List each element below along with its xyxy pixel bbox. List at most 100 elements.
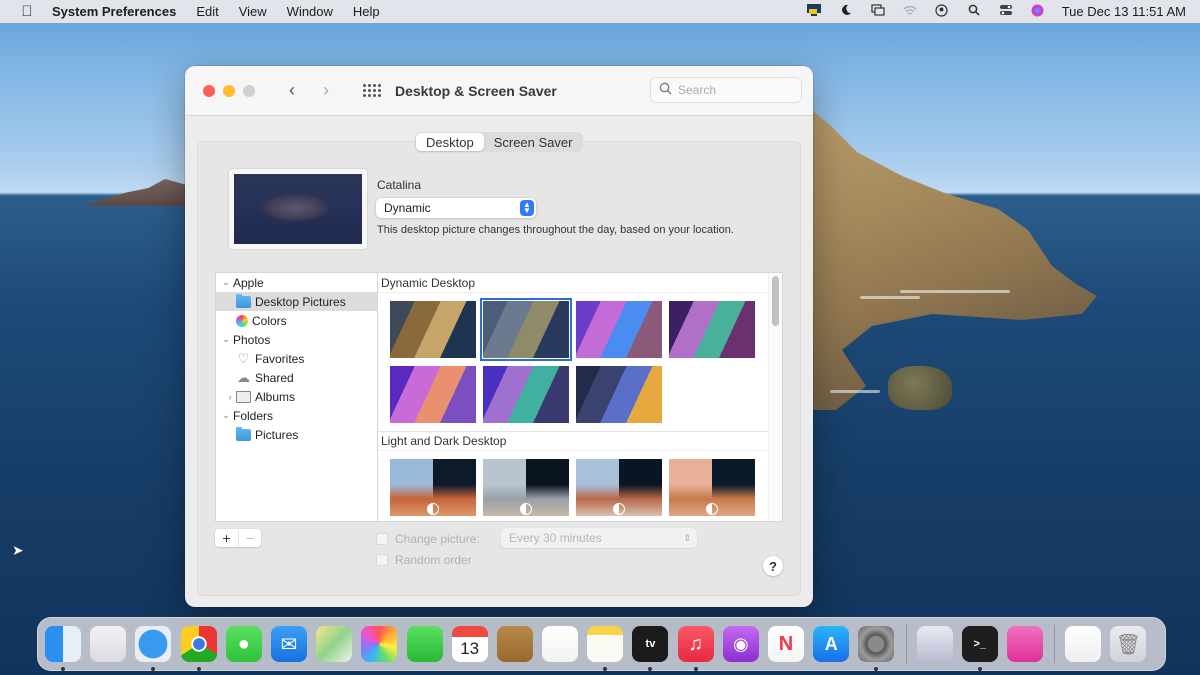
sidebar-item-pictures[interactable]: Pictures bbox=[216, 425, 377, 444]
close-button[interactable] bbox=[203, 84, 215, 97]
gallery-scrollbar[interactable] bbox=[768, 273, 782, 521]
tab-screen-saver[interactable]: Screen Saver bbox=[484, 133, 583, 151]
apple-menu-icon[interactable]:  bbox=[18, 3, 36, 20]
sidebar-item-colors[interactable]: Colors bbox=[216, 311, 377, 330]
wallpaper-thumbnail[interactable] bbox=[480, 298, 572, 361]
moon-icon[interactable] bbox=[830, 4, 862, 19]
wifi-icon[interactable] bbox=[894, 4, 926, 19]
menu-edit[interactable]: Edit bbox=[196, 4, 218, 19]
dock-item-document[interactable] bbox=[1065, 626, 1102, 662]
dock-item-cleanmymac[interactable] bbox=[1006, 626, 1043, 662]
random-order-checkbox[interactable] bbox=[376, 554, 388, 566]
mouse-cursor-icon: ➤ bbox=[12, 542, 24, 558]
wallpaper-thumbnail[interactable] bbox=[390, 301, 476, 358]
desktop-screensaver-window: ‹ › Desktop & Screen Saver Desktop Scree… bbox=[185, 66, 813, 607]
minimize-button[interactable] bbox=[223, 84, 235, 97]
album-icon bbox=[236, 390, 251, 403]
help-button[interactable]: ? bbox=[763, 556, 783, 576]
wallpaper-thumbnail[interactable] bbox=[669, 459, 755, 516]
dock-item-launchpad[interactable] bbox=[90, 626, 127, 662]
tab-control: Desktop Screen Saver bbox=[415, 132, 584, 152]
thumbnail-grid-light-dark bbox=[378, 451, 782, 521]
change-picture-option: Change picture: bbox=[376, 532, 480, 546]
wallpaper-island bbox=[88, 179, 198, 206]
wallpaper-thumbnail[interactable] bbox=[576, 459, 662, 516]
menu-bar:  System Preferences Edit View Window He… bbox=[0, 0, 1200, 23]
sidebar-item-albums[interactable]: › Albums bbox=[216, 387, 377, 406]
add-folder-button[interactable]: + bbox=[215, 530, 238, 546]
cloud-icon: ☁ bbox=[237, 369, 250, 385]
dock-item-xcode-instruments[interactable] bbox=[916, 626, 953, 662]
dock-item-safari[interactable] bbox=[135, 626, 172, 671]
dock-item-news[interactable]: N bbox=[768, 626, 804, 662]
dock-item-terminal[interactable]: >_ bbox=[961, 626, 998, 671]
sidebar-item-shared[interactable]: ☁ Shared bbox=[216, 368, 377, 387]
running-indicator bbox=[196, 667, 201, 671]
dock-item-reminders[interactable] bbox=[542, 626, 579, 662]
tab-desktop[interactable]: Desktop bbox=[416, 133, 484, 151]
menu-app-name[interactable]: System Preferences bbox=[52, 4, 176, 19]
chevron-down-icon[interactable]: ⌄ bbox=[219, 410, 233, 421]
show-all-grid-icon[interactable] bbox=[363, 83, 381, 98]
dock-item-trash[interactable]: 🗑 bbox=[1110, 626, 1147, 662]
wallpaper-thumbnail[interactable] bbox=[483, 459, 569, 516]
wallpaper-thumbnail[interactable] bbox=[669, 301, 755, 358]
dock-item-contacts[interactable] bbox=[496, 626, 533, 662]
menu-help[interactable]: Help bbox=[353, 4, 380, 19]
search-input[interactable] bbox=[678, 83, 788, 97]
change-picture-checkbox[interactable] bbox=[376, 533, 388, 545]
wallpaper-thumbnail[interactable] bbox=[390, 459, 476, 516]
siri-icon[interactable] bbox=[1022, 4, 1054, 20]
dock-item-maps[interactable] bbox=[316, 626, 353, 662]
wallpaper-foam bbox=[830, 390, 880, 393]
dock-item-finder[interactable] bbox=[45, 626, 81, 671]
control-center-icon[interactable] bbox=[990, 4, 1022, 19]
sidebar-group-label: Photos bbox=[233, 332, 271, 347]
forward-button[interactable]: › bbox=[319, 80, 333, 101]
user-icon[interactable] bbox=[926, 3, 958, 20]
dock-item-music[interactable]: ♫ bbox=[677, 626, 714, 671]
chevron-right-icon[interactable]: › bbox=[226, 392, 234, 402]
sidebar-group-folders[interactable]: ⌄ Folders bbox=[216, 406, 377, 425]
light-dark-icon bbox=[427, 503, 439, 515]
dock-item-calendar[interactable]: 13 bbox=[451, 626, 488, 662]
menubar-clock[interactable]: Tue Dec 13 11:51 AM bbox=[1062, 4, 1186, 19]
dock-item-messages[interactable]: ● bbox=[225, 626, 262, 662]
dock-item-tv[interactable]: tv bbox=[632, 626, 669, 671]
sidebar-group-photos[interactable]: ⌄ Photos bbox=[216, 330, 377, 349]
dock-item-podcasts[interactable]: ◉ bbox=[722, 626, 759, 662]
wallpaper-foam bbox=[900, 290, 1010, 293]
title-bar[interactable]: ‹ › Desktop & Screen Saver bbox=[185, 66, 813, 116]
display-icon[interactable] bbox=[798, 3, 830, 20]
change-interval-select[interactable]: Every 30 minutes ⇕ bbox=[501, 528, 697, 548]
zoom-button[interactable] bbox=[243, 84, 255, 97]
sidebar-item-favorites[interactable]: ♡ Favorites bbox=[216, 349, 377, 368]
remove-folder-button[interactable]: − bbox=[238, 530, 261, 546]
dock-item-mail[interactable]: ✉ bbox=[270, 626, 307, 662]
dock-item-photos[interactable] bbox=[361, 626, 398, 662]
news-icon: N bbox=[778, 632, 794, 655]
running-indicator bbox=[603, 667, 608, 671]
back-button[interactable]: ‹ bbox=[285, 80, 299, 101]
wallpaper-thumbnail[interactable] bbox=[483, 366, 569, 423]
dock-item-chrome[interactable] bbox=[180, 626, 217, 671]
search-icon[interactable] bbox=[958, 4, 990, 19]
dock-item-notes[interactable] bbox=[587, 626, 624, 671]
wallpaper-rock bbox=[888, 366, 952, 410]
wallpaper-thumbnail[interactable] bbox=[576, 366, 662, 423]
dock-item-app-store[interactable]: A bbox=[813, 626, 850, 662]
menu-view[interactable]: View bbox=[239, 4, 267, 19]
scrollbar-knob[interactable] bbox=[772, 276, 779, 326]
chevron-down-icon[interactable]: ⌄ bbox=[219, 334, 233, 345]
chevron-down-icon[interactable]: ⌄ bbox=[219, 277, 233, 288]
wallpaper-thumbnail[interactable] bbox=[576, 301, 662, 358]
sidebar-group-apple[interactable]: ⌄ Apple bbox=[216, 273, 377, 292]
wallpaper-mode-select[interactable]: Dynamic ▲ ▼ bbox=[376, 198, 536, 218]
search-field[interactable] bbox=[650, 77, 802, 103]
menu-window[interactable]: Window bbox=[287, 4, 333, 19]
wallpaper-thumbnail[interactable] bbox=[390, 366, 476, 423]
screen-mirroring-icon[interactable] bbox=[862, 4, 894, 19]
sidebar-item-desktop-pictures[interactable]: Desktop Pictures bbox=[216, 292, 377, 311]
dock-item-system-preferences[interactable] bbox=[858, 626, 895, 671]
dock-item-facetime[interactable] bbox=[406, 626, 443, 662]
